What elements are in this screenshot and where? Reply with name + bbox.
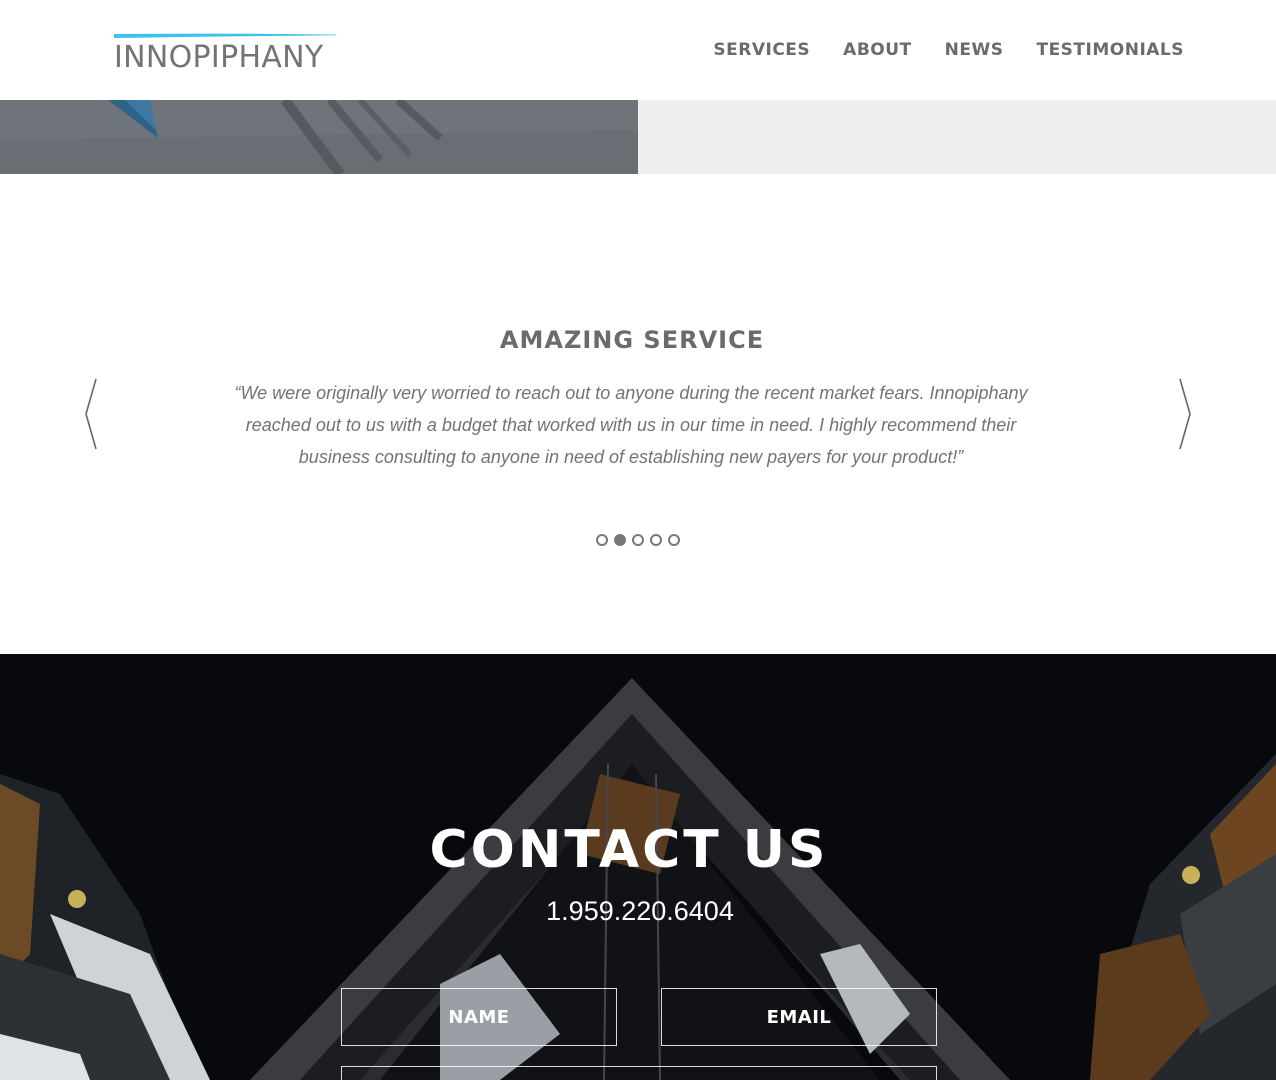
nav-testimonials[interactable]: TESTIMONIALS (1036, 40, 1184, 60)
slider-dot[interactable] (632, 534, 644, 546)
testimonial-quote: “We were originally very worried to reac… (234, 383, 1028, 467)
contact-section: CONTACT US 1.959.220.6404 (0, 654, 1276, 1080)
hero-panel (638, 100, 1276, 174)
slider-dot[interactable] (668, 534, 680, 546)
message-field[interactable] (341, 1066, 937, 1080)
hero-architecture-image (0, 100, 638, 174)
nav-services[interactable]: SERVICES (713, 40, 810, 60)
slider-dot[interactable] (596, 534, 608, 546)
contact-phone: 1.959.220.6404 (546, 896, 734, 926)
name-field[interactable] (341, 988, 617, 1046)
chevron-right-icon[interactable] (1178, 377, 1192, 451)
logo[interactable]: INNOPIPHANY (114, 30, 344, 75)
slider-dot-active[interactable] (614, 534, 626, 546)
contact-title: CONTACT US (429, 820, 829, 880)
chevron-left-icon[interactable] (84, 377, 98, 451)
testimonial-title: AMAZING SERVICE (499, 326, 765, 354)
slider-dot[interactable] (650, 534, 662, 546)
testimonial-section: AMAZING SERVICE “We were originally very… (0, 174, 1276, 654)
hero-image (0, 100, 638, 174)
logo-text: INNOPIPHANY (114, 40, 324, 75)
slider-dots (596, 534, 680, 546)
logo-swoosh-icon (114, 33, 336, 38)
email-field[interactable] (661, 988, 937, 1046)
site-header: INNOPIPHANY SERVICES ABOUT NEWS TESTIMON… (0, 0, 1276, 100)
nav-news[interactable]: NEWS (945, 40, 1004, 60)
nav-about[interactable]: ABOUT (843, 40, 911, 60)
main-nav: SERVICES ABOUT NEWS TESTIMONIALS (713, 40, 1184, 60)
